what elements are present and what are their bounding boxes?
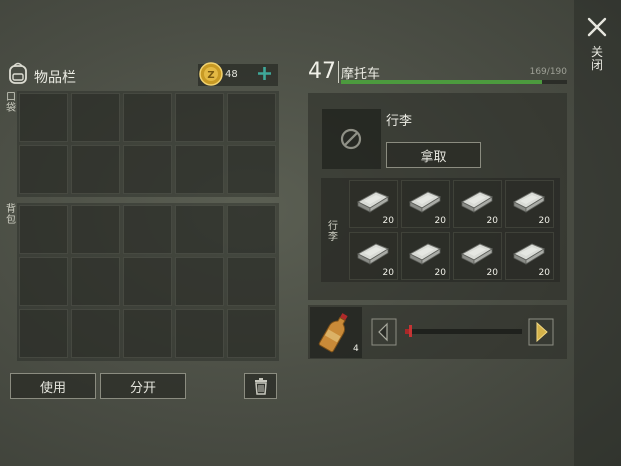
trunk-item-slot[interactable]: 20 [349,232,398,280]
trunk-item-slot[interactable]: 20 [401,180,450,228]
trunk-item-slot[interactable]: 20 [453,180,502,228]
item-quantity: 20 [486,268,498,278]
pocket-slot[interactable] [227,93,276,142]
vehicle-hp-text: 169/190 [529,67,567,77]
pocket-slot[interactable] [175,145,224,194]
trunk-item-slot[interactable]: 20 [349,180,398,228]
vehicle-level: 47 [308,59,336,84]
close-icon[interactable] [584,14,610,40]
use-button[interactable]: 使用 [10,373,96,399]
trash-icon [254,377,267,395]
fuel-slider-track[interactable] [405,329,522,334]
backpack-slot[interactable] [227,257,276,306]
coin-icon: Z [199,62,223,86]
backpack-slot[interactable] [175,205,224,254]
pocket-label: 口袋 [6,92,16,114]
backpack-slot[interactable] [123,309,172,358]
metal-ingot-icon [356,191,390,213]
pocket-slot[interactable] [19,93,68,142]
backpack-slot[interactable] [175,257,224,306]
metal-ingot-icon [512,243,546,265]
backpack-slot[interactable] [19,309,68,358]
item-quantity: 20 [538,268,550,278]
backpack-slot[interactable] [71,309,120,358]
pocket-slot[interactable] [123,145,172,194]
backpack-slot[interactable] [227,309,276,358]
pocket-slot[interactable] [71,145,120,194]
backpack-slot[interactable] [123,205,172,254]
backpack-slot[interactable] [123,257,172,306]
trunk-item-slot[interactable]: 20 [505,180,554,228]
vehicle-hp-fill [341,80,542,84]
trunk-item-slot[interactable]: 20 [401,232,450,280]
trunk-item-slot[interactable]: 20 [505,232,554,280]
decrease-arrow-button[interactable] [371,318,397,346]
metal-ingot-icon [408,243,442,265]
svg-text:Z: Z [207,70,214,81]
backpack-slot[interactable] [19,205,68,254]
inventory-title: 物品栏 [34,70,76,86]
take-button[interactable]: 拿取 [386,142,481,168]
item-quantity: 20 [486,216,498,226]
pocket-slot[interactable] [123,93,172,142]
metal-ingot-icon [512,191,546,213]
metal-ingot-icon [356,243,390,265]
add-coins-plus-icon[interactable] [257,66,272,81]
pocket-slot[interactable] [175,93,224,142]
item-quantity: 20 [434,216,446,226]
backpack-slot[interactable] [227,205,276,254]
metal-ingot-icon [408,191,442,213]
fuel-bottle-icon [318,311,352,353]
pocket-slot[interactable] [71,93,120,142]
vehicle-hp-bar [341,80,567,84]
backpack-slot[interactable] [19,257,68,306]
close-label[interactable]: 关闭 [589,46,605,72]
trash-button[interactable] [244,373,277,399]
backpack-slot[interactable] [71,205,120,254]
item-quantity: 20 [382,216,394,226]
vehicle-divider [338,61,339,83]
fuel-quantity: 4 [353,344,359,354]
coin-count: 48 [225,69,238,80]
split-button[interactable]: 分开 [100,373,186,399]
item-quantity: 20 [382,268,394,278]
fuel-slider-handle[interactable] [409,325,412,337]
item-quantity: 20 [434,268,446,278]
backpack-slot[interactable] [71,257,120,306]
backpack-label: 背包 [6,204,16,226]
trunk-side-label: 行李 [328,221,338,243]
metal-ingot-icon [460,191,494,213]
metal-ingot-icon [460,243,494,265]
trunk-title: 行李 [386,114,413,129]
increase-arrow-button[interactable] [528,318,554,346]
item-quantity: 20 [538,216,550,226]
trunk-item-slot[interactable]: 20 [453,232,502,280]
pocket-slot[interactable] [227,145,276,194]
backpack-slot[interactable] [175,309,224,358]
backpack-icon [7,61,29,85]
pocket-slot[interactable] [19,145,68,194]
no-entry-icon [340,128,362,150]
